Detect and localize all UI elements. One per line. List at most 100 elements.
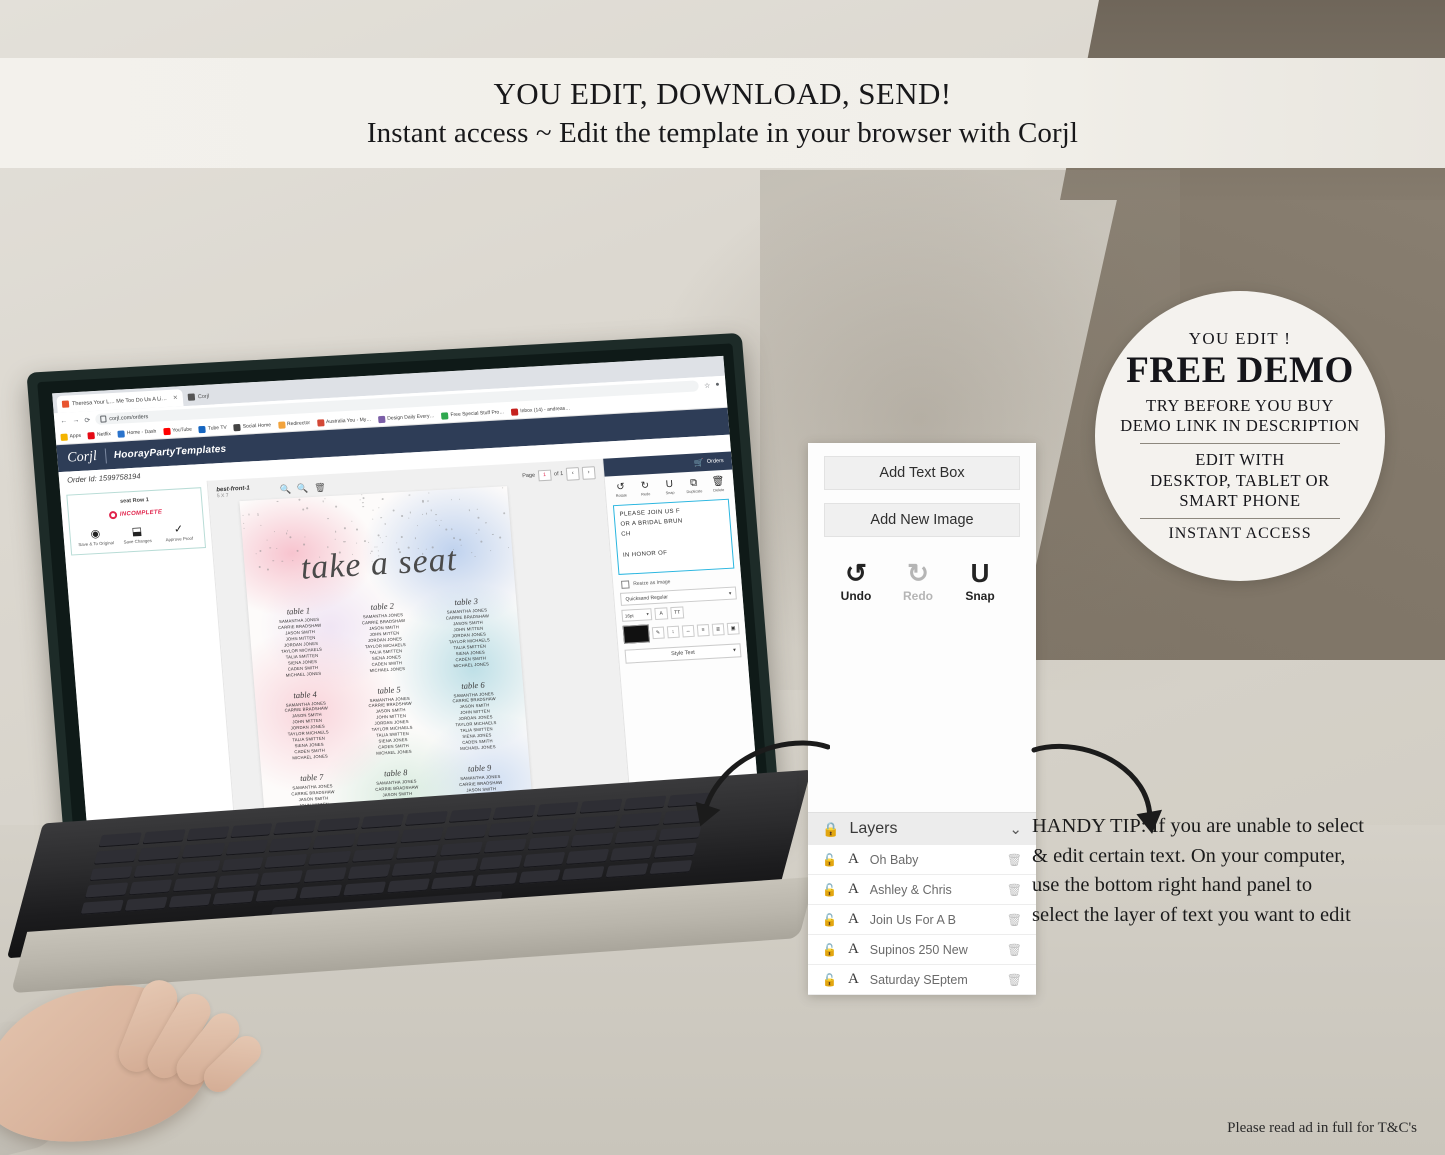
keyboard-key[interactable]: [260, 870, 303, 885]
bookmark-item[interactable]: Redirector: [278, 420, 311, 429]
table-block[interactable]: table 4 SAMANTHA JONES CARRIE BRADSHAW JASO…: [263, 687, 353, 763]
reload-icon[interactable]: ⟳: [84, 416, 91, 424]
keyboard-key[interactable]: [304, 867, 347, 882]
keyboard-key[interactable]: [492, 805, 535, 820]
keyboard-key[interactable]: [606, 863, 649, 878]
keyboard-key[interactable]: [532, 819, 575, 834]
keyboard-key[interactable]: [615, 829, 658, 844]
keyboard-key[interactable]: [527, 835, 570, 850]
align-center-button[interactable]: ≣: [712, 623, 725, 636]
zoom-out-icon[interactable]: 🔍: [297, 483, 309, 495]
save-changes-button[interactable]: ⬓ Save Changes: [119, 525, 156, 546]
keyboard-key[interactable]: [129, 880, 172, 895]
keyboard-key[interactable]: [624, 796, 667, 811]
page-input[interactable]: 1: [538, 469, 552, 481]
keyboard-key[interactable]: [580, 799, 623, 814]
keyboard-key[interactable]: [173, 876, 216, 891]
keyboard-key[interactable]: [536, 802, 579, 817]
text-color-swatch[interactable]: [623, 624, 650, 643]
corjl-logo[interactable]: Corjl: [67, 448, 98, 466]
keyboard-key[interactable]: [435, 858, 478, 873]
bookmark-item[interactable]: Tube TV: [199, 424, 227, 433]
bookmark-item[interactable]: YouTube: [163, 426, 192, 435]
profile-icon[interactable]: ●: [715, 381, 720, 388]
keyboard-key[interactable]: [317, 817, 360, 832]
keyboard-key[interactable]: [483, 838, 526, 853]
panel-layer-row[interactable]: 🔓 A Ashley & Chris 🗑: [808, 875, 1036, 905]
delete-icon[interactable]: 🗑: [1007, 973, 1022, 987]
bookmark-item[interactable]: Netflix: [88, 431, 111, 439]
font-size-select[interactable]: 16pt ▾: [621, 608, 652, 622]
keyboard-key[interactable]: [265, 854, 308, 869]
keyboard-key[interactable]: [124, 896, 167, 911]
keyboard-key[interactable]: [658, 826, 701, 841]
keyboard-key[interactable]: [348, 864, 391, 879]
duplicate-button[interactable]: ⧉ Duplicate: [682, 477, 705, 494]
keyboard-key[interactable]: [216, 873, 259, 888]
rotate-button[interactable]: ↺ Rotate: [609, 481, 632, 498]
table-block[interactable]: table 6 SAMANTHA JONES CARRIE BRADSHAW JASO…: [431, 677, 521, 753]
text-transform-button[interactable]: TT: [670, 606, 684, 619]
keyboard-key[interactable]: [90, 866, 133, 881]
keyboard-key[interactable]: [313, 834, 356, 849]
keyboard-key[interactable]: [256, 887, 299, 902]
chevron-down-icon[interactable]: ⌄: [1009, 820, 1022, 838]
panel-layer-row[interactable]: 🔓 A Join Us For A B 🗑: [808, 905, 1036, 935]
forward-icon[interactable]: →: [72, 417, 80, 424]
panel-layer-row[interactable]: 🔓 A Oh Baby 🗑: [808, 845, 1036, 875]
align-left-button[interactable]: ≡: [697, 624, 710, 637]
prev-page-button[interactable]: ‹: [566, 467, 580, 481]
keyboard-key[interactable]: [663, 809, 706, 824]
keyboard-key[interactable]: [391, 861, 434, 876]
keyboard-key[interactable]: [225, 840, 268, 855]
line-height-button[interactable]: ↕: [667, 626, 680, 639]
bookmark-item[interactable]: Social Home: [233, 422, 271, 431]
keyboard-key[interactable]: [575, 815, 618, 830]
keyboard-key[interactable]: [562, 866, 605, 881]
lock-icon[interactable]: 🔓: [822, 943, 837, 957]
keyboard-key[interactable]: [269, 837, 312, 852]
bookmark-item[interactable]: Inbox (14) - andreas…: [511, 405, 571, 415]
panel-layers-header[interactable]: 🔒 Layers ⌄: [808, 812, 1036, 845]
text-edit-field[interactable]: PLEASE JOIN US F OR A BRIDAL BRUN CH IN …: [613, 499, 734, 575]
browser-tab-corjl[interactable]: Corjl: [182, 387, 215, 406]
keyboard-key[interactable]: [361, 814, 404, 829]
delete-button[interactable]: 🗑 Delete: [707, 476, 730, 493]
keyboard-key[interactable]: [85, 883, 128, 898]
design-thumbnail-card[interactable]: seat Row 1 INCOMPLETE ◉ Save & To Origin…: [66, 487, 206, 555]
delete-icon[interactable]: 🗑: [1007, 853, 1022, 867]
keyboard-key[interactable]: [274, 820, 317, 835]
bookmark-item[interactable]: Free Special Stuff Pro…: [441, 409, 504, 419]
keyboard-key[interactable]: [523, 852, 566, 867]
bookmark-item[interactable]: Home - Dash: [118, 428, 157, 437]
back-icon[interactable]: ←: [60, 418, 68, 425]
keyboard-key[interactable]: [387, 878, 430, 893]
keyboard-key[interactable]: [396, 844, 439, 859]
keyboard-key[interactable]: [518, 869, 561, 884]
keyboard-key[interactable]: [299, 884, 342, 899]
keyboard-key[interactable]: [667, 793, 710, 808]
delete-icon[interactable]: 🗑: [1007, 943, 1022, 957]
approve-proof-button[interactable]: ✓ Approve Proof: [160, 523, 197, 544]
style-text-select[interactable]: Style Text ▾: [625, 643, 742, 663]
save-original-button[interactable]: ◉ Save & To Original: [77, 527, 114, 548]
keyboard-key[interactable]: [168, 893, 211, 908]
undo-button[interactable]: ↺ Undo: [834, 559, 878, 603]
keyboard-key[interactable]: [81, 899, 124, 914]
keyboard-key[interactable]: [610, 846, 653, 861]
redo-button[interactable]: ↻ Redo: [896, 559, 940, 603]
keyboard-key[interactable]: [133, 863, 176, 878]
close-icon[interactable]: ✕: [173, 394, 179, 401]
snap-button[interactable]: U Snap: [958, 559, 1002, 603]
redo-button[interactable]: ↻ Redo: [634, 480, 657, 497]
keyboard-key[interactable]: [444, 825, 487, 840]
keyboard-key[interactable]: [649, 860, 692, 875]
keyboard-key[interactable]: [177, 860, 220, 875]
table-block[interactable]: table 3 SAMANTHA JONES CARRIE BRADSHAW JASO…: [424, 594, 514, 670]
keyboard-key[interactable]: [405, 811, 448, 826]
keyboard-key[interactable]: [488, 822, 531, 837]
delete-icon[interactable]: 🗑: [1007, 913, 1022, 927]
add-new-image-button[interactable]: Add New Image: [824, 503, 1020, 537]
keyboard-key[interactable]: [308, 851, 351, 866]
lock-aspect-button[interactable]: ▣: [727, 622, 740, 635]
